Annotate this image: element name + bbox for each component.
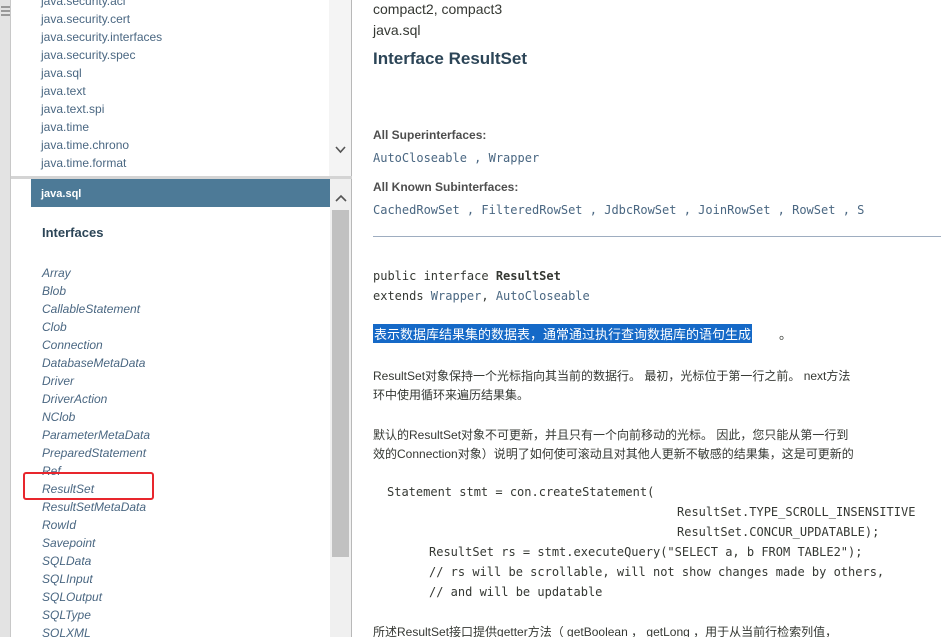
package-header[interactable]: java.sql	[31, 179, 330, 207]
interface-link[interactable]: Array	[42, 264, 150, 282]
content-frame: compact2, compact3 java.sql Interface Re…	[353, 0, 941, 637]
panel-grip-mark	[1, 6, 10, 8]
code-line: Statement stmt = con.createStatement(	[387, 485, 655, 499]
superinterface-link[interactable]: AutoCloseable	[373, 151, 467, 165]
subinterface-link[interactable]: FilteredRowSet	[481, 203, 582, 217]
package-link[interactable]: java.time.chrono	[41, 136, 162, 154]
paragraph-text: 环中使用循环来遍历结果集。	[373, 388, 530, 402]
interface-link[interactable]: CallableStatement	[42, 300, 150, 318]
autocloseable-link[interactable]: AutoCloseable	[496, 289, 590, 303]
package-list-frame: java.security.acl java.security.cert jav…	[11, 0, 352, 176]
interface-link[interactable]: SQLType	[42, 606, 150, 624]
interface-link[interactable]: SQLData	[42, 552, 150, 570]
interface-link[interactable]: Driver	[42, 372, 150, 390]
package-link[interactable]: java.text.spi	[41, 100, 162, 118]
list-separator: ,	[481, 289, 496, 303]
subinterfaces-list: CachedRowSet , FilteredRowSet , JdbcRowS…	[373, 203, 864, 217]
subinterfaces-label: All Known Subinterfaces:	[373, 180, 519, 194]
interface-link[interactable]: SQLXML	[42, 624, 150, 637]
package-list: java.security.acl java.security.cert jav…	[41, 0, 162, 172]
declaration-keywords: public interface	[373, 269, 496, 283]
collapsed-side-panel	[0, 0, 11, 637]
interface-link[interactable]: SQLInput	[42, 570, 150, 588]
page-title: Interface ResultSet	[373, 49, 527, 68]
interface-link[interactable]: PreparedStatement	[42, 444, 150, 462]
declaration-type-name: ResultSet	[495, 269, 561, 283]
panel-grip-mark	[1, 14, 10, 16]
list-separator: ,	[676, 203, 699, 217]
package-label: java.sql	[373, 22, 421, 38]
interface-link[interactable]: Clob	[42, 318, 150, 336]
interface-link[interactable]: ResultSetMetaData	[42, 498, 150, 516]
interface-list: Array Blob CallableStatement Clob Connec…	[42, 264, 150, 637]
paragraph-text: 所述ResultSet接口提供getter方法（ getBoolean ， ge…	[373, 625, 838, 637]
description-period: 。	[779, 327, 793, 342]
package-link[interactable]: java.security.interfaces	[41, 28, 162, 46]
paragraph-text: 效的Connection对象）说明了如何使可滚动且对其他人更新不敏感的结果集，这…	[373, 447, 854, 461]
code-line: ResultSet.CONCUR_UPDATABLE);	[677, 525, 880, 539]
scrollbar-thumb[interactable]	[332, 210, 349, 557]
package-link[interactable]: java.time	[41, 118, 162, 136]
chevron-down-icon[interactable]	[334, 143, 347, 156]
class-list-frame: java.sql Interfaces Array Blob CallableS…	[11, 179, 352, 637]
declaration-line: public interface ResultSet	[373, 269, 561, 283]
interface-link[interactable]: Connection	[42, 336, 150, 354]
superinterface-link[interactable]: Wrapper	[489, 151, 540, 165]
paragraph-text: 默认的ResultSet对象不可更新，并且只有一个向前移动的光标。 因此，您只能…	[373, 428, 849, 442]
package-list-scrollbar[interactable]	[329, 0, 351, 176]
list-separator: ,	[770, 203, 793, 217]
interface-link[interactable]: DriverAction	[42, 390, 150, 408]
package-link[interactable]: java.security.acl	[41, 0, 162, 10]
subinterface-link[interactable]: S	[857, 203, 864, 217]
subinterface-link[interactable]: CachedRowSet	[373, 203, 460, 217]
panel-grip-mark	[1, 10, 10, 12]
interface-link[interactable]: DatabaseMetaData	[42, 354, 150, 372]
annotation-highlight-box	[23, 472, 154, 500]
code-line: // and will be updatable	[429, 585, 603, 599]
declaration-keyword: extends	[373, 289, 431, 303]
code-line: ResultSet rs = stmt.executeQuery("SELECT…	[429, 545, 863, 559]
code-line: ResultSet.TYPE_SCROLL_INSENSITIVE	[677, 505, 916, 519]
code-line: // rs will be scrollable, will not show …	[429, 565, 885, 579]
package-link[interactable]: java.sql	[41, 64, 162, 82]
list-separator: ,	[466, 151, 489, 165]
superinterfaces-list: AutoCloseable , Wrapper	[373, 151, 539, 165]
declaration-extends-line: extends Wrapper, AutoCloseable	[373, 289, 590, 303]
interface-link[interactable]: Savepoint	[42, 534, 150, 552]
interface-link[interactable]: ParameterMetaData	[42, 426, 150, 444]
subinterface-link[interactable]: JoinRowSet	[698, 203, 770, 217]
superinterfaces-label: All Superinterfaces:	[373, 128, 487, 142]
package-link[interactable]: java.text	[41, 82, 162, 100]
selected-description-text[interactable]: 表示数据库结果集的数据表，通常通过执行查询数据库的语句生成	[373, 324, 753, 343]
interface-link[interactable]: NClob	[42, 408, 150, 426]
wrapper-link[interactable]: Wrapper	[431, 289, 482, 303]
package-link[interactable]: java.security.spec	[41, 46, 162, 64]
subinterface-link[interactable]: RowSet	[792, 203, 835, 217]
interface-link[interactable]: SQLOutput	[42, 588, 150, 606]
interfaces-heading: Interfaces	[42, 225, 104, 240]
profile-label: compact2, compact3	[373, 1, 503, 17]
interface-link[interactable]: RowId	[42, 516, 150, 534]
class-list-scrollbar[interactable]	[330, 179, 351, 637]
package-link[interactable]: java.security.cert	[41, 10, 162, 28]
package-link[interactable]: java.time.format	[41, 154, 162, 172]
subinterface-link[interactable]: JdbcRowSet	[604, 203, 676, 217]
interface-link[interactable]: Blob	[42, 282, 150, 300]
list-separator: ,	[835, 203, 858, 217]
section-divider	[373, 236, 941, 237]
chevron-up-icon[interactable]	[334, 192, 348, 205]
paragraph-text: ResultSet对象保持一个光标指向其当前的数据行。 最初，光标位于第一行之前…	[373, 369, 851, 383]
list-separator: ,	[582, 203, 605, 217]
list-separator: ,	[459, 203, 482, 217]
